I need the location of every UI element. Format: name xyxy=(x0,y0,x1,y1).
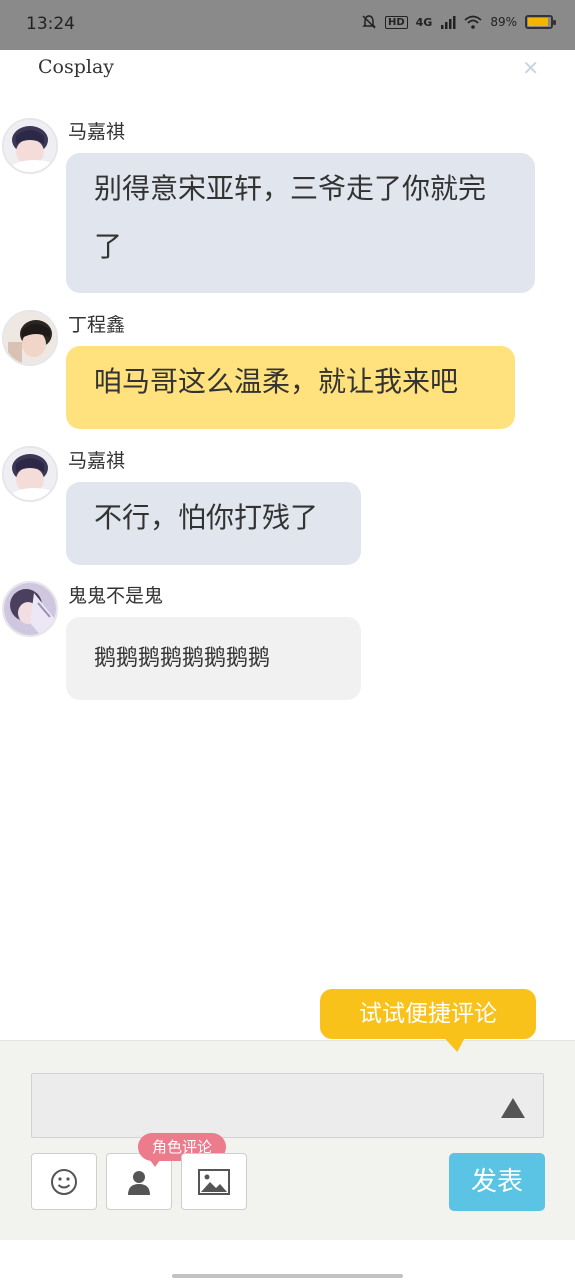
person-icon xyxy=(128,1170,150,1195)
battery-icon xyxy=(525,15,556,29)
avatar-image xyxy=(4,312,56,364)
message-bubble: 别得意宋亚轩，三爷走了你就完了 xyxy=(66,153,535,293)
wifi-icon xyxy=(464,15,482,29)
username: 丁程鑫 xyxy=(68,314,126,336)
avatar-image xyxy=(4,583,56,635)
smiley-icon xyxy=(51,1168,77,1195)
message-item: 丁程鑫 咱马哥这么温柔，就让我来吧 xyxy=(0,308,575,429)
avatar-image xyxy=(4,120,56,172)
message-item: 马嘉祺 别得意宋亚轩，三爷走了你就完了 xyxy=(0,115,575,295)
status-bar: 13:24 HD 4G 89% xyxy=(0,0,575,50)
role-comment-button[interactable] xyxy=(106,1153,172,1210)
username: 马嘉祺 xyxy=(68,121,126,143)
emoji-button[interactable] xyxy=(31,1153,97,1210)
status-icons: HD 4G 89% xyxy=(361,14,556,30)
expand-triangle-icon[interactable] xyxy=(501,1098,525,1118)
close-icon[interactable]: ✕ xyxy=(522,56,539,80)
avatar[interactable] xyxy=(2,446,58,502)
message-item: 鬼鬼不是鬼 鹅鹅鹅鹅鹅鹅鹅鹅 xyxy=(0,579,575,700)
network-label: 4G xyxy=(415,15,433,29)
hd-icon: HD xyxy=(384,15,408,29)
username: 马嘉祺 xyxy=(68,450,126,472)
avatar-image xyxy=(4,448,56,500)
message-bubble: 不行，怕你打残了 xyxy=(66,482,361,565)
quick-comment-tip[interactable]: 试试便捷评论 xyxy=(320,989,536,1039)
message-bubble: 鹅鹅鹅鹅鹅鹅鹅鹅 xyxy=(66,617,361,700)
avatar[interactable] xyxy=(2,118,58,174)
avatar[interactable] xyxy=(2,310,58,366)
comment-input[interactable] xyxy=(31,1073,544,1138)
home-indicator[interactable] xyxy=(172,1274,403,1278)
battery-percent: 89% xyxy=(490,15,517,29)
signal-icon xyxy=(441,16,456,29)
page-title: Cosplay xyxy=(38,56,115,78)
message-bubble: 咱马哥这么温柔，就让我来吧 xyxy=(66,346,515,429)
status-time: 13:24 xyxy=(26,14,75,34)
username: 鬼鬼不是鬼 xyxy=(68,585,164,607)
mute-bell-icon xyxy=(362,15,376,29)
image-button[interactable] xyxy=(181,1153,247,1210)
avatar[interactable] xyxy=(2,581,58,637)
message-item: 马嘉祺 不行，怕你打残了 xyxy=(0,444,575,565)
send-button[interactable]: 发表 xyxy=(449,1153,545,1211)
header: Cosplay ✕ xyxy=(0,50,575,90)
image-icon xyxy=(198,1168,230,1195)
